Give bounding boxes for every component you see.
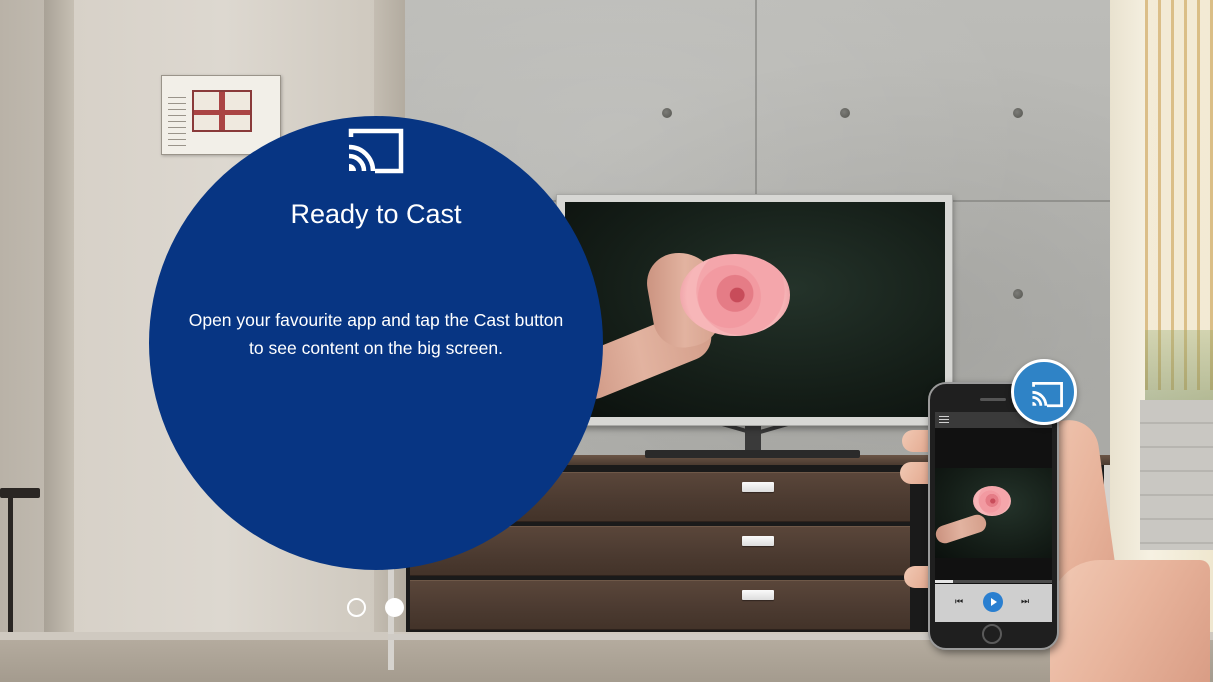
phone-video [935,468,1052,558]
previous-icon[interactable]: ⏮ [955,597,963,607]
arm-image [935,512,989,546]
tv-screen [565,202,945,417]
playback-progress-fill [935,580,953,583]
poster-legend [168,96,186,146]
drawer-handle [742,590,774,600]
wall-bolt [1013,108,1023,118]
wall-poster [161,75,281,155]
next-icon[interactable]: ⏭ [1021,597,1029,607]
wall-bolt [662,108,672,118]
window-view [1145,330,1213,400]
drawer-handle [742,536,774,546]
cast-title: Ready to Cast [290,199,462,229]
window-sill [1140,400,1213,550]
cast-onboarding-screen: Ready to Cast Open your favourite app an… [0,0,1213,682]
wall-bolt [1013,289,1023,299]
door-frame [44,0,74,640]
poster-map [192,90,252,132]
wall-bolt [840,108,850,118]
rose-image [680,254,790,336]
cast-button-badge[interactable] [1011,359,1077,425]
stool-seat [0,488,40,498]
pager-dot-1[interactable] [347,598,366,617]
pager-dot-2-active[interactable] [385,598,404,617]
cast-icon [1032,381,1063,408]
phone-screen: ⏮ ⏭ [935,412,1052,622]
cast-icon [348,128,404,174]
phone-speaker [980,398,1006,401]
play-icon[interactable] [983,592,1003,612]
drawer [410,580,910,630]
cast-description: Open your favourite app and tap the Cast… [188,310,564,358]
wrist-image [1050,560,1210,682]
rose-image [973,486,1011,516]
drawer-handle [742,482,774,492]
playback-progress[interactable] [935,580,1052,583]
menu-icon[interactable] [939,416,949,424]
phone-home-button [982,624,1002,644]
tv-stand-foot [645,450,860,458]
